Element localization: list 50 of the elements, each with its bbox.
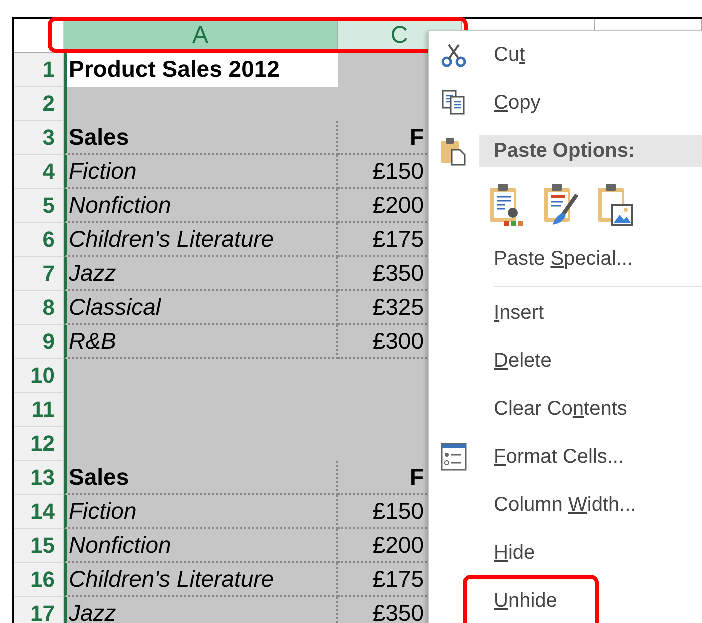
row-header[interactable]: 10 bbox=[14, 359, 64, 393]
row-header[interactable]: 8 bbox=[14, 291, 64, 325]
menu-item[interactable]: Unhide bbox=[479, 586, 558, 616]
row-header[interactable]: 4 bbox=[14, 155, 64, 189]
menu-item[interactable]: Cut bbox=[479, 40, 526, 70]
table-cell: Children's Literature bbox=[64, 223, 338, 257]
table-cell: Fiction bbox=[64, 495, 338, 529]
menu-item[interactable]: Insert bbox=[479, 298, 544, 328]
row-header[interactable]: 16 bbox=[14, 563, 64, 597]
row-header[interactable]: 6 bbox=[14, 223, 64, 257]
table-cell: Classical bbox=[64, 291, 338, 325]
table-cell: Nonfiction bbox=[64, 529, 338, 563]
table-cell: Jazz bbox=[64, 257, 338, 291]
menu-item[interactable]: Column Width... bbox=[479, 490, 636, 520]
table-cell: Jazz bbox=[64, 597, 338, 623]
table-cell: Nonfiction bbox=[64, 189, 338, 223]
row-header[interactable]: 11 bbox=[14, 393, 64, 427]
menu-item[interactable]: Paste Special... bbox=[479, 244, 633, 274]
row-header[interactable]: 9 bbox=[14, 325, 64, 359]
row-header[interactable]: 3 bbox=[14, 121, 64, 155]
paste-format-icon bbox=[543, 183, 579, 227]
clipboard-icon bbox=[440, 136, 468, 166]
paste-picture-icon bbox=[597, 183, 633, 227]
paste-option-button[interactable] bbox=[543, 183, 579, 227]
row-header[interactable]: 7 bbox=[14, 257, 64, 291]
row-header[interactable]: 13 bbox=[14, 461, 64, 495]
paste-formula-icon bbox=[489, 183, 525, 227]
row-header[interactable]: 17 bbox=[14, 597, 64, 623]
row-header[interactable]: 1 bbox=[14, 53, 64, 87]
scissors-icon bbox=[441, 42, 467, 68]
table-cell: R&B bbox=[64, 325, 338, 359]
row-header[interactable]: 14 bbox=[14, 495, 64, 529]
menu-item[interactable]: Hide bbox=[479, 538, 536, 568]
copy-icon bbox=[441, 89, 467, 117]
menu-item[interactable]: Delete bbox=[479, 346, 552, 376]
format-cells-icon bbox=[441, 443, 467, 471]
paste-option-button[interactable] bbox=[597, 183, 633, 227]
menu-item[interactable]: Format Cells... bbox=[479, 442, 624, 472]
paste-option-button[interactable] bbox=[489, 183, 525, 227]
row-header[interactable]: 5 bbox=[14, 189, 64, 223]
row-header[interactable]: 2 bbox=[14, 87, 64, 121]
row-header[interactable]: 15 bbox=[14, 529, 64, 563]
table-cell: Sales bbox=[64, 461, 338, 495]
row-header[interactable]: 12 bbox=[14, 427, 64, 461]
table-cell: Fiction bbox=[64, 155, 338, 189]
section-heading: Paste Options: bbox=[479, 135, 702, 167]
menu-item[interactable]: Clear Contents bbox=[479, 394, 628, 424]
table-cell: Children's Literature bbox=[64, 563, 338, 597]
menu-item[interactable]: Copy bbox=[479, 88, 541, 118]
table-cell: Sales bbox=[64, 121, 338, 155]
